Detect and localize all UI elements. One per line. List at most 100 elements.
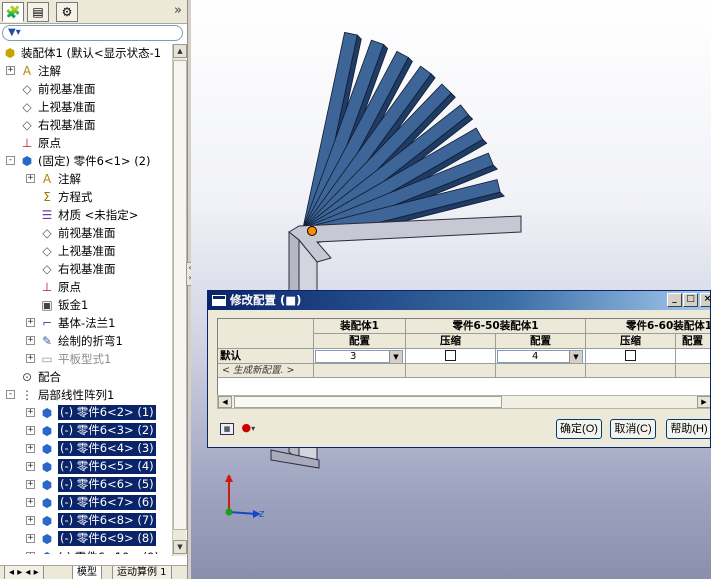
expand-icon[interactable]: +: [26, 498, 35, 507]
tree-item-label: 方程式: [58, 190, 93, 204]
tree-item[interactable]: + A 注解: [0, 170, 172, 188]
tree-item[interactable]: + ⬢ (-) 零件6<6> (5): [0, 476, 172, 494]
tree-item[interactable]: - ⋮ 局部线性阵列1: [0, 386, 172, 404]
collapse-icon[interactable]: -: [6, 390, 15, 399]
tab-motion-study[interactable]: 运动算例 1: [112, 566, 172, 579]
expand-icon[interactable]: +: [26, 408, 35, 417]
chevron-down-icon[interactable]: ▼: [569, 351, 582, 363]
tree-item[interactable]: ⊥ 原点: [0, 278, 172, 296]
ok-button[interactable]: 确定(O): [556, 419, 602, 439]
scroll-up-icon[interactable]: ▲: [173, 44, 187, 58]
tree-item[interactable]: + ⬢ (-) 零件6<3> (2): [0, 422, 172, 440]
tree-item[interactable]: ◇ 右视基准面: [0, 260, 172, 278]
expand-icon[interactable]: +: [6, 66, 15, 75]
property-manager-icon[interactable]: ▤: [27, 2, 49, 22]
collapse-icon[interactable]: -: [6, 156, 15, 165]
table-cell[interactable]: 5: [676, 349, 710, 364]
tree-vertical-scrollbar[interactable]: ▲ ▼: [172, 44, 187, 556]
expand-icon[interactable]: +: [26, 336, 35, 345]
tree-item[interactable]: + A 注解: [0, 62, 172, 80]
mates-icon: ⊙: [21, 370, 33, 384]
expand-icon[interactable]: +: [26, 318, 35, 327]
tree-item-label: 材质 <未指定>: [58, 208, 139, 222]
maximize-button[interactable]: □: [683, 293, 698, 307]
cancel-button[interactable]: 取消(C): [610, 419, 656, 439]
part-icon: ⬢: [41, 460, 53, 474]
config-combo[interactable]: 3 ▼: [315, 350, 403, 363]
expand-icon[interactable]: +: [26, 516, 35, 525]
configuration-manager-icon[interactable]: ⚙: [56, 2, 78, 22]
tree-item-label: 注解: [38, 64, 61, 78]
expand-icon[interactable]: +: [26, 426, 35, 435]
scroll-right-icon[interactable]: ▶: [697, 396, 710, 408]
part-icon: ⬢: [41, 514, 53, 528]
config-combo[interactable]: 4 ▼: [497, 350, 583, 363]
traffic-light-icon[interactable]: ●: [242, 421, 252, 434]
tree-item-label: 前视基准面: [38, 82, 96, 96]
row-header[interactable]: 默认: [218, 349, 314, 364]
chevron-down-icon[interactable]: ▾: [251, 424, 255, 433]
suppress-checkbox[interactable]: [625, 350, 636, 361]
tree-item[interactable]: + ⬢ (-) 零件6<4> (3): [0, 440, 172, 458]
expand-icon[interactable]: +: [26, 354, 35, 363]
close-button[interactable]: ×: [700, 293, 710, 307]
chevron-down-icon[interactable]: ▼: [389, 351, 402, 363]
tree-item[interactable]: + ▭ 平板型式1: [0, 350, 172, 368]
table-cell[interactable]: [586, 349, 676, 364]
scroll-left-icon[interactable]: ◀: [218, 396, 232, 408]
table-horizontal-scrollbar[interactable]: ◀ ▶: [217, 395, 710, 409]
expand-icon[interactable]: +: [26, 534, 35, 543]
expand-icon[interactable]: +: [26, 480, 35, 489]
equation-icon: Σ: [43, 190, 51, 204]
scroll-thumb[interactable]: [234, 396, 502, 408]
tree-filter-input[interactable]: ▼▾: [2, 25, 183, 41]
tree-item[interactable]: + ⬢ (-) 零件6<9> (8): [0, 530, 172, 548]
annotation-icon: A: [22, 64, 32, 78]
column-header: 配置: [496, 334, 586, 349]
plane-icon: ◇: [22, 82, 32, 96]
column-header: 配置: [676, 334, 710, 349]
origin-point-icon[interactable]: [307, 226, 317, 236]
tree-item-label: 右视基准面: [38, 118, 96, 132]
tree-item[interactable]: - ⬢ (固定) 零件6<1> (2): [0, 152, 172, 170]
expand-panel-icon[interactable]: »: [174, 3, 182, 18]
expand-icon[interactable]: +: [26, 174, 35, 183]
tree-item[interactable]: ☰ 材质 <未指定>: [0, 206, 172, 224]
tab-model[interactable]: 模型: [72, 566, 102, 579]
table-cell[interactable]: [406, 349, 496, 364]
tree-item[interactable]: + ⬢ (-) 零件6<5> (4): [0, 458, 172, 476]
tree-item[interactable]: ◇ 右视基准面: [0, 116, 172, 134]
table-icon[interactable]: ▦: [220, 423, 234, 435]
tree-item[interactable]: Σ 方程式: [0, 188, 172, 206]
table-cell[interactable]: 3 ▼: [314, 349, 406, 364]
tree-item[interactable]: ⊙ 配合: [0, 368, 172, 386]
expand-icon[interactable]: +: [26, 444, 35, 453]
tree-item[interactable]: ◇ 前视基准面: [0, 224, 172, 242]
scroll-down-icon[interactable]: ▼: [173, 540, 187, 554]
suppress-checkbox[interactable]: [445, 350, 456, 361]
triad-z-label: Z: [259, 510, 265, 519]
nav-arrows[interactable]: ◂ ▸ ◂ ▸: [4, 566, 44, 579]
feature-manager-icon[interactable]: 🧩: [2, 2, 24, 22]
expand-icon[interactable]: +: [26, 462, 35, 471]
table-cell[interactable]: 4 ▼: [496, 349, 586, 364]
tree-item[interactable]: ◇ 上视基准面: [0, 242, 172, 260]
tree-item[interactable]: ⊥ 原点: [0, 134, 172, 152]
tree-item[interactable]: ▣ 钣金1: [0, 296, 172, 314]
scroll-thumb[interactable]: [173, 60, 187, 530]
minimize-button[interactable]: _: [667, 293, 682, 307]
tree-item[interactable]: + ✎ 绘制的折弯1: [0, 332, 172, 350]
tree-item[interactable]: + ⬢ (-) 零件6<7> (6): [0, 494, 172, 512]
tree-item[interactable]: + ⬢ (-) 零件6<8> (7): [0, 512, 172, 530]
tree-item[interactable]: ⬢ 装配体1 (默认<显示状态-1: [0, 44, 172, 62]
new-config-row[interactable]: < 生成新配置. >: [218, 364, 314, 378]
tree-item[interactable]: ◇ 前视基准面: [0, 80, 172, 98]
dialog-titlebar[interactable]: 修改配置 (■) _ □ ×: [208, 291, 710, 310]
tree-item[interactable]: + ⬢ (-) 零件6<2> (1): [0, 404, 172, 422]
tree-item[interactable]: ◇ 上视基准面: [0, 98, 172, 116]
expand-icon[interactable]: +: [26, 552, 35, 554]
help-button[interactable]: 帮助(H): [666, 419, 710, 439]
tree-item[interactable]: + ⌐ 基体-法兰1: [0, 314, 172, 332]
filter-dropdown-icon[interactable]: ▾: [16, 27, 21, 38]
tree-item[interactable]: + ⬢(-) 零件6<10> (9): [0, 548, 172, 554]
